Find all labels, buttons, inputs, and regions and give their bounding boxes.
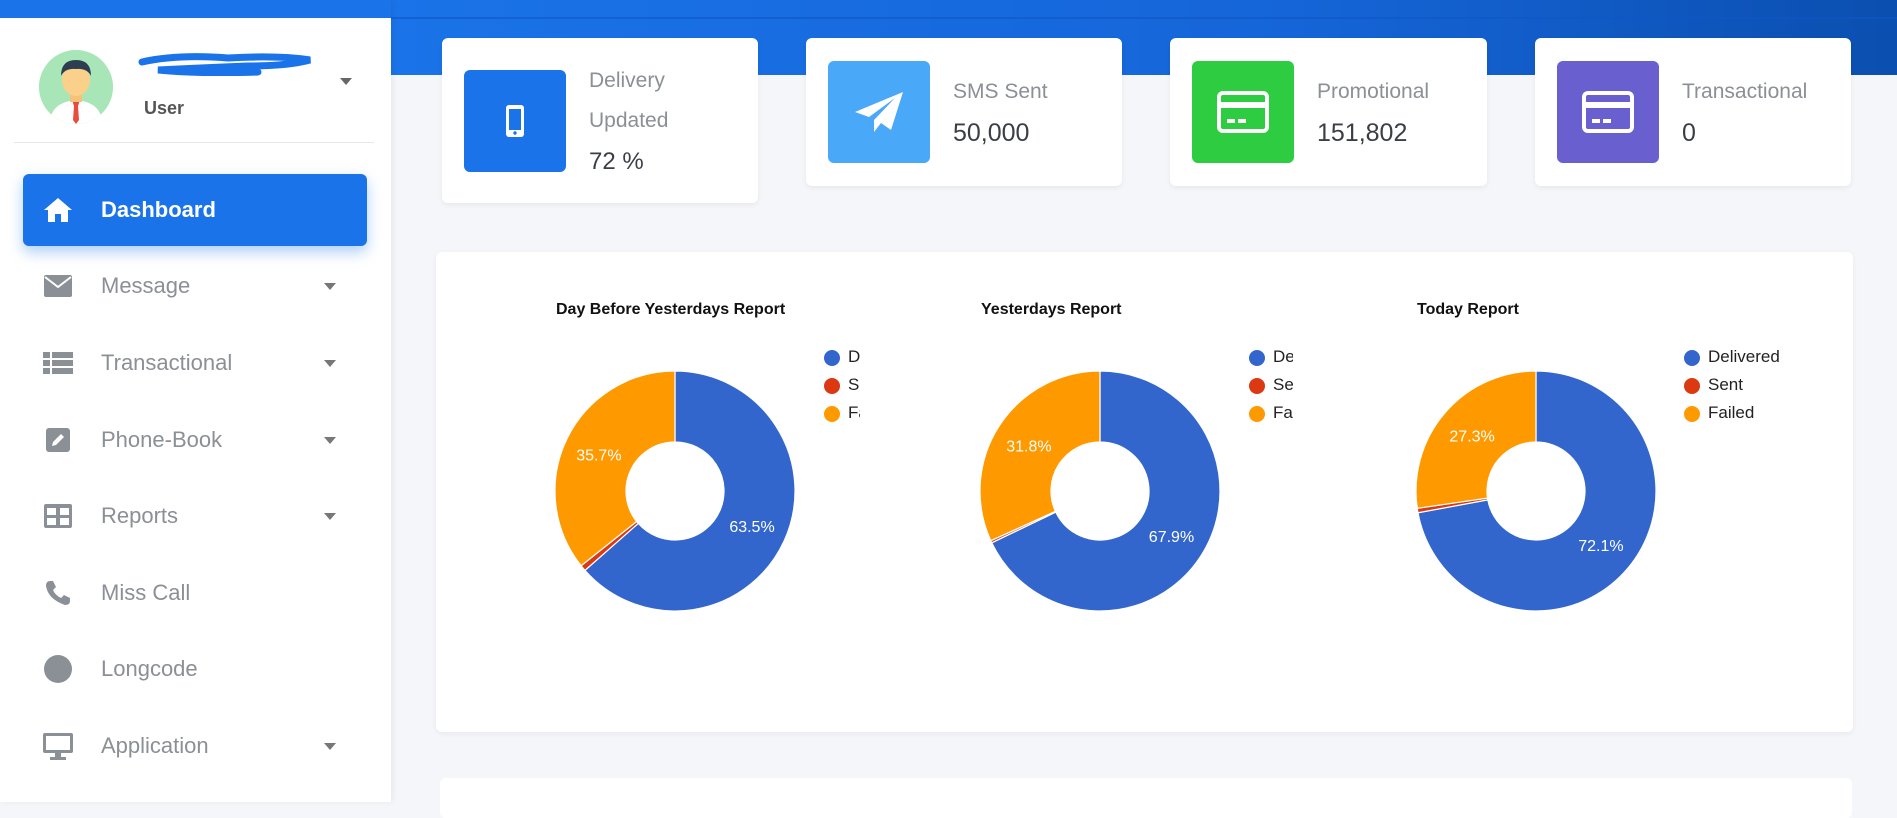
sidebar-item-miss-call[interactable]: Miss Call — [23, 557, 367, 629]
stat-value: 0 — [1682, 119, 1696, 147]
list-icon — [41, 346, 75, 380]
pie-slice-label: 27.3% — [1449, 429, 1494, 446]
credit-card-icon — [1557, 61, 1659, 163]
legend-swatch — [1684, 350, 1700, 366]
avatar — [39, 50, 113, 124]
chevron-down-icon[interactable] — [340, 78, 352, 85]
legend-label: Del — [1273, 347, 1293, 366]
phone-icon — [41, 576, 75, 610]
legend-item-failed[interactable]: Fai — [1249, 402, 1293, 430]
credit-card-icon — [1192, 61, 1294, 163]
stat-card-promotional: Promotional 151,802 — [1170, 38, 1487, 186]
legend-item-sent[interactable]: Ser — [1249, 374, 1293, 402]
envelope-icon — [41, 269, 75, 303]
legend-swatch — [824, 378, 840, 394]
paper-plane-icon — [828, 61, 930, 163]
pie-slice-label: 31.8% — [1006, 438, 1051, 455]
sidebar-item-label: Longcode — [101, 656, 198, 681]
header-divider — [391, 17, 1897, 19]
secondary-panel — [440, 778, 1852, 818]
legend-swatch — [1684, 378, 1700, 394]
pie-slice-label: 63.5% — [729, 519, 774, 536]
legend-item-failed[interactable]: Failed — [1684, 402, 1804, 430]
sidebar-item-dashboard[interactable]: Dashboard — [23, 174, 367, 246]
chevron-down-icon — [324, 436, 336, 444]
circle-icon — [41, 652, 75, 686]
legend-swatch — [824, 350, 840, 366]
legend-label: Se — [848, 375, 860, 394]
stat-card-delivery: Delivery Updated 72 % — [442, 38, 758, 203]
sidebar-item-phone-book[interactable]: Phone-Book — [23, 404, 367, 476]
stat-title-line2: Updated — [589, 109, 669, 132]
sidebar-item-longcode[interactable]: Longcode — [23, 633, 367, 705]
stat-title: Transactional — [1682, 80, 1808, 103]
sidebar-item-message[interactable]: Message — [23, 250, 367, 322]
mobile-icon — [464, 70, 566, 172]
legend-label: Ser — [1273, 375, 1293, 394]
stat-card-transactional: Transactional 0 — [1535, 38, 1851, 186]
reports-chart-panel: Day Before Yesterdays Report 63.5% 35.7% … — [436, 252, 1853, 732]
sidebar: User Dashboard Message Transactional Pho… — [0, 0, 391, 802]
monitor-icon — [41, 729, 75, 763]
chart-title: Today Report — [1417, 301, 1519, 318]
chevron-down-icon — [324, 282, 336, 290]
sidebar-item-label: Reports — [101, 503, 179, 528]
sidebar-item-label: Application — [101, 733, 209, 758]
stat-card-sms-sent: SMS Sent 50,000 — [806, 38, 1122, 186]
chart-legend: De Se Fa — [824, 346, 860, 430]
pie-chart-today: 72.1% 27.3% — [1415, 370, 1657, 612]
legend-label: Fa — [848, 403, 860, 422]
home-icon — [41, 193, 75, 227]
sidebar-item-label: Miss Call — [101, 580, 191, 605]
legend-swatch — [1249, 350, 1265, 366]
pie-chart-yesterday: 67.9% 31.8% — [979, 370, 1221, 612]
chart-title: Day Before Yesterdays Report — [556, 301, 786, 318]
sidebar-item-label: Phone-Book — [101, 427, 223, 452]
pie-slice-failed[interactable] — [979, 370, 1101, 542]
legend-item-sent[interactable]: Se — [824, 374, 860, 402]
stat-value: 72 % — [589, 148, 644, 175]
sidebar-top-strip — [0, 0, 391, 18]
user-profile[interactable]: User — [14, 32, 374, 143]
chart-title: Yesterdays Report — [981, 301, 1122, 318]
chevron-down-icon — [324, 512, 336, 520]
legend-swatch — [1684, 406, 1700, 422]
stat-title: Delivery — [589, 69, 665, 92]
sidebar-item-label: Dashboard — [101, 197, 216, 222]
legend-swatch — [1249, 378, 1265, 394]
stat-value: 151,802 — [1317, 119, 1408, 147]
sidebar-item-label: Message — [101, 273, 191, 298]
legend-item-failed[interactable]: Fa — [824, 402, 860, 430]
legend-swatch — [1249, 406, 1265, 422]
legend-label: Failed — [1708, 403, 1755, 422]
legend-label: Sent — [1708, 375, 1743, 394]
chevron-down-icon — [324, 359, 336, 367]
pie-slice-label: 35.7% — [576, 447, 621, 464]
sidebar-item-transactional[interactable]: Transactional — [23, 327, 367, 399]
pie-chart-day-before-yesterday: 63.5% 35.7% — [554, 370, 796, 612]
chart-legend: Del Ser Fai — [1249, 346, 1293, 430]
redacted-username — [138, 53, 311, 76]
sidebar-item-reports[interactable]: Reports — [23, 480, 367, 552]
stat-value: 50,000 — [953, 119, 1030, 147]
legend-item-delivered[interactable]: De — [824, 346, 860, 374]
legend-item-sent[interactable]: Sent — [1684, 374, 1804, 402]
legend-label: Delivered — [1708, 347, 1780, 366]
legend-item-delivered[interactable]: Delivered — [1684, 346, 1804, 374]
chart-legend: Delivered Sent Failed — [1684, 346, 1804, 430]
legend-swatch — [824, 406, 840, 422]
pie-slice-label: 67.9% — [1149, 529, 1194, 546]
edit-icon — [41, 423, 75, 457]
sidebar-item-application[interactable]: Application — [23, 710, 367, 782]
legend-label: Fai — [1273, 403, 1293, 422]
sidebar-item-label: Transactional — [101, 350, 233, 375]
table-icon — [41, 499, 75, 533]
legend-label: De — [848, 347, 860, 366]
stat-title: SMS Sent — [953, 80, 1048, 103]
legend-item-delivered[interactable]: Del — [1249, 346, 1293, 374]
user-name: User — [144, 98, 185, 118]
chevron-down-icon — [324, 742, 336, 750]
pie-slice-label: 72.1% — [1578, 538, 1623, 555]
stat-title: Promotional — [1317, 80, 1430, 103]
